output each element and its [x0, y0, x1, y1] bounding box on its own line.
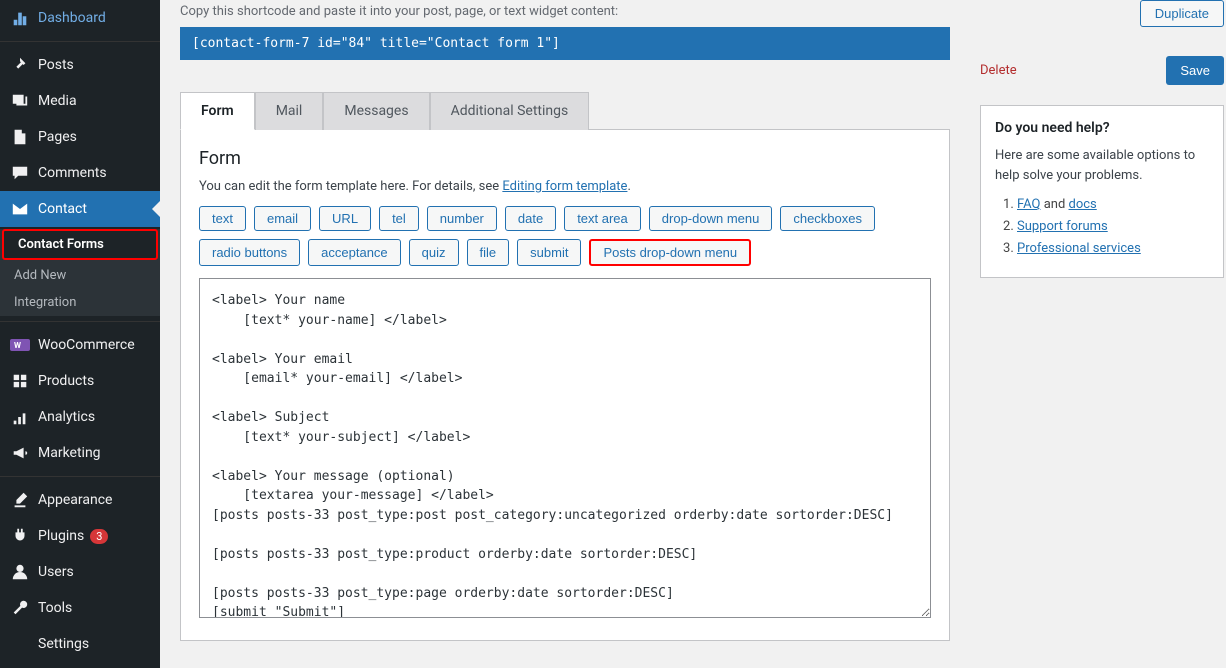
- tag-tel[interactable]: tel: [379, 206, 419, 231]
- menu-woocommerce[interactable]: WWooCommerce: [0, 327, 160, 363]
- tag-quiz[interactable]: quiz: [409, 239, 459, 266]
- tabs: Form Mail Messages Additional Settings: [180, 92, 950, 130]
- menu-media[interactable]: Media: [0, 83, 160, 119]
- form-panel: Form You can edit the form template here…: [180, 129, 950, 641]
- help-title: Do you need help?: [995, 120, 1209, 136]
- duplicate-button[interactable]: Duplicate: [1140, 0, 1224, 27]
- megaphone-icon: [10, 443, 30, 463]
- tag-posts-drop-down-menu[interactable]: Posts drop-down menu: [589, 239, 751, 266]
- tag-acceptance[interactable]: acceptance: [308, 239, 401, 266]
- plugins-badge: 3: [90, 529, 108, 544]
- page-icon: [10, 127, 30, 147]
- admin-sidebar: Dashboard Posts Media Pages Comments Con…: [0, 0, 160, 668]
- user-icon: [10, 562, 30, 582]
- woo-icon: W: [10, 335, 30, 355]
- main-content: Copy this shortcode and paste it into yo…: [160, 0, 970, 668]
- menu-dashboard[interactable]: Dashboard: [0, 0, 160, 36]
- collapse-menu[interactable]: ◄Collapse menu: [0, 662, 160, 668]
- menu-users[interactable]: Users: [0, 554, 160, 590]
- help-text: Here are some available options to help …: [995, 146, 1209, 185]
- tag-email[interactable]: email: [254, 206, 311, 231]
- menu-products[interactable]: Products: [0, 363, 160, 399]
- menu-contact[interactable]: Contact: [0, 191, 160, 227]
- tab-messages[interactable]: Messages: [323, 92, 429, 130]
- tag-text-area[interactable]: text area: [564, 206, 641, 231]
- submenu-integration[interactable]: Integration: [0, 289, 160, 316]
- menu-pages[interactable]: Pages: [0, 119, 160, 155]
- brush-icon: [10, 490, 30, 510]
- tag-radio-buttons[interactable]: radio buttons: [199, 239, 300, 266]
- shortcode-hint: Copy this shortcode and paste it into yo…: [180, 4, 950, 19]
- submenu-contact: Contact Forms Add New Integration: [0, 229, 160, 316]
- panel-title: Form: [199, 148, 931, 169]
- dashboard-icon: [10, 8, 30, 28]
- help-item-faq: FAQ and docs: [1017, 197, 1209, 212]
- sliders-icon: [10, 634, 30, 654]
- help-box: Do you need help? Here are some availabl…: [980, 105, 1224, 278]
- comment-icon: [10, 163, 30, 183]
- wrench-icon: [10, 598, 30, 618]
- tag-generator: text email URL tel number date text area drop-d…: [199, 206, 931, 266]
- tag-checkboxes[interactable]: checkboxes: [780, 206, 875, 231]
- tag-number[interactable]: number: [427, 206, 497, 231]
- menu-comments[interactable]: Comments: [0, 155, 160, 191]
- menu-marketing[interactable]: Marketing: [0, 435, 160, 471]
- docs-link[interactable]: docs: [1069, 197, 1097, 212]
- tag-drop-down-menu[interactable]: drop-down menu: [649, 206, 773, 231]
- products-icon: [10, 371, 30, 391]
- delete-link[interactable]: Delete: [980, 63, 1017, 78]
- menu-appearance[interactable]: Appearance: [0, 482, 160, 518]
- editing-template-link[interactable]: Editing form template: [502, 179, 627, 194]
- menu-tools[interactable]: Tools: [0, 590, 160, 626]
- menu-analytics[interactable]: Analytics: [0, 399, 160, 435]
- tag-file[interactable]: file: [467, 239, 510, 266]
- tab-mail[interactable]: Mail: [255, 92, 324, 130]
- form-template-textarea[interactable]: [199, 278, 931, 618]
- help-item-pro: Professional services: [1017, 241, 1209, 256]
- analytics-icon: [10, 407, 30, 427]
- support-link[interactable]: Support forums: [1017, 219, 1108, 234]
- panel-desc: You can edit the form template here. For…: [199, 179, 931, 194]
- submenu-contact-forms[interactable]: Contact Forms: [2, 229, 158, 260]
- tag-submit[interactable]: submit: [517, 239, 581, 266]
- submenu-add-new[interactable]: Add New: [0, 262, 160, 289]
- pin-icon: [10, 55, 30, 75]
- tag-text[interactable]: text: [199, 206, 246, 231]
- save-button[interactable]: Save: [1166, 56, 1224, 85]
- tag-date[interactable]: date: [505, 206, 556, 231]
- plug-icon: [10, 526, 30, 546]
- tab-additional[interactable]: Additional Settings: [430, 92, 590, 130]
- mail-icon: [10, 199, 30, 219]
- shortcode-box[interactable]: [contact-form-7 id="84" title="Contact f…: [180, 27, 950, 60]
- faq-link[interactable]: FAQ: [1017, 197, 1040, 212]
- tag-url[interactable]: URL: [319, 206, 371, 231]
- help-item-support: Support forums: [1017, 219, 1209, 234]
- pro-link[interactable]: Professional services: [1017, 241, 1141, 256]
- menu-settings[interactable]: Settings: [0, 626, 160, 662]
- tab-form[interactable]: Form: [180, 92, 255, 130]
- menu-plugins[interactable]: Plugins3: [0, 518, 160, 554]
- right-column: Duplicate Delete Save Do you need help? …: [970, 0, 1226, 668]
- svg-text:W: W: [14, 341, 21, 350]
- menu-posts[interactable]: Posts: [0, 47, 160, 83]
- media-icon: [10, 91, 30, 111]
